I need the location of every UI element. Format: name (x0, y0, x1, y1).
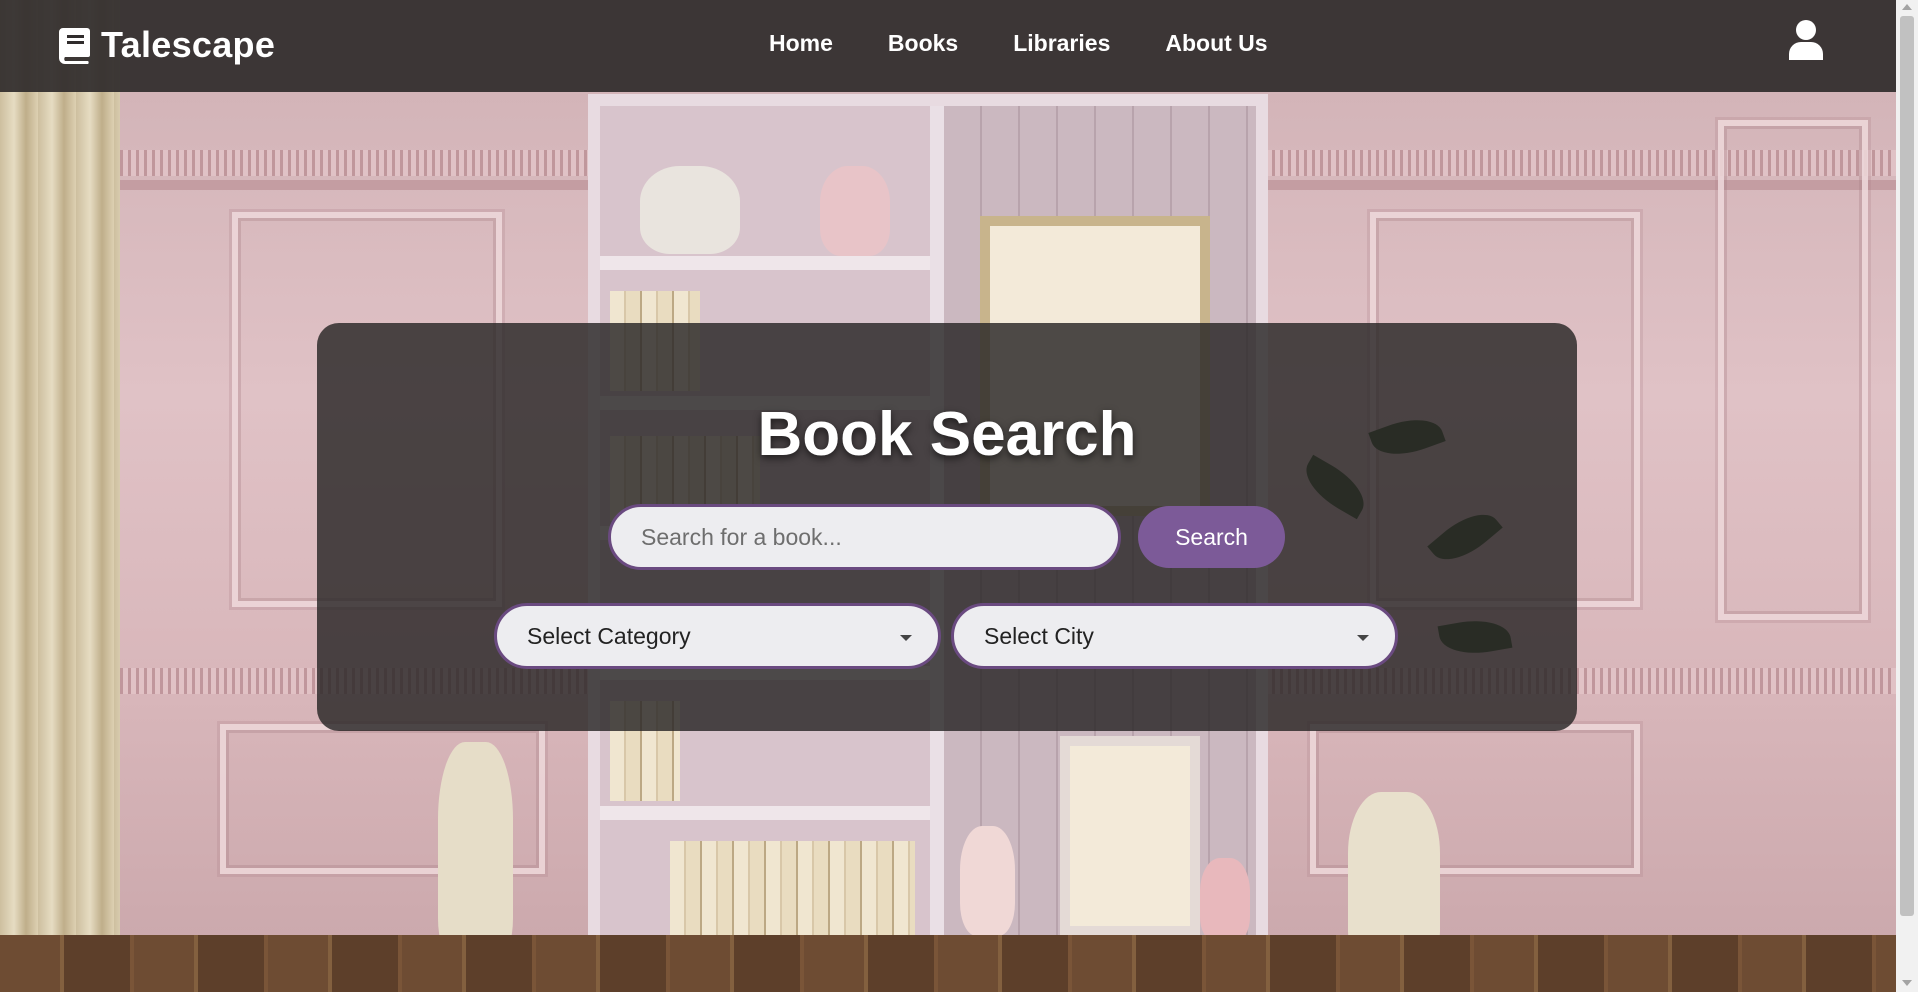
wall-panel (1718, 120, 1868, 620)
category-select[interactable]: Select Category (494, 603, 941, 669)
scroll-down-arrow-icon[interactable] (1902, 980, 1912, 986)
nav-link-about-us[interactable]: About Us (1165, 30, 1267, 57)
city-select[interactable]: Select City (951, 603, 1398, 669)
city-select-value: Select City (984, 622, 1094, 649)
book-icon (58, 27, 91, 64)
page-scrollbar[interactable] (1896, 0, 1918, 992)
nav-link-books[interactable]: Books (888, 30, 958, 57)
wooden-floor (0, 935, 1896, 992)
caret-down-icon (900, 635, 912, 641)
main-nav: Home Books Libraries About Us (769, 30, 1268, 57)
top-navbar: Talescape Home Books Libraries About Us (0, 0, 1896, 92)
nav-link-libraries[interactable]: Libraries (1013, 30, 1110, 57)
curtain (0, 0, 120, 992)
user-account-button[interactable] (1789, 20, 1823, 60)
brand-name: Talescape (101, 24, 276, 65)
brand-logo-link[interactable]: Talescape (58, 24, 275, 66)
page-title: Book Search (757, 400, 1137, 469)
book-search-input[interactable] (608, 504, 1121, 570)
category-select-value: Select Category (527, 622, 691, 649)
user-icon (1789, 20, 1823, 60)
scroll-up-arrow-icon[interactable] (1902, 4, 1912, 10)
floor-vase-left (438, 742, 513, 957)
scrollbar-thumb[interactable] (1900, 16, 1914, 916)
caret-down-icon (1357, 635, 1369, 641)
search-button[interactable]: Search (1138, 506, 1285, 568)
nav-link-home[interactable]: Home (769, 30, 833, 57)
